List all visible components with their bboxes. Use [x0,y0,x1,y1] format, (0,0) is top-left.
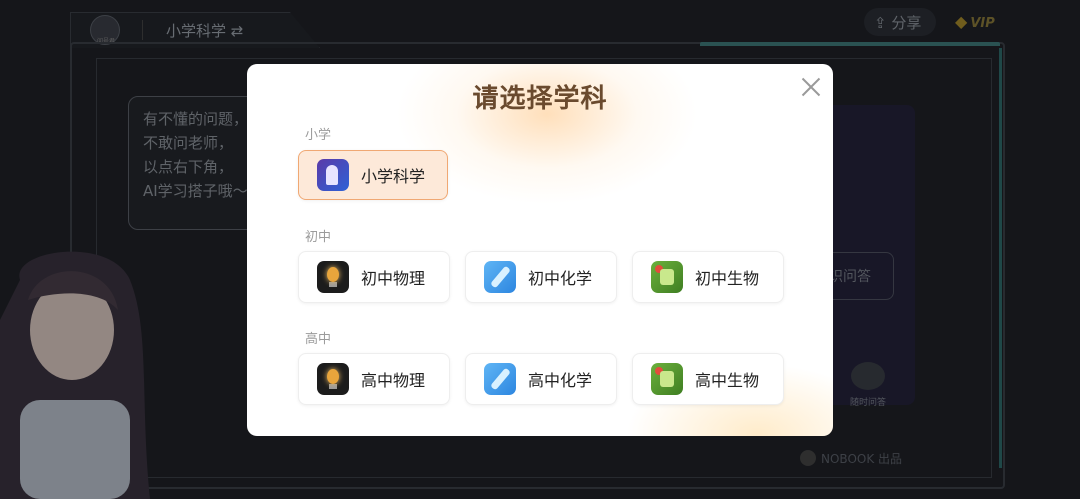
lightbulb-icon [317,261,349,293]
lightbulb-icon [317,363,349,395]
subject-option-middle-chemistry[interactable]: 初中化学 [465,251,617,303]
subject-option-middle-physics[interactable]: 初中物理 [298,251,450,303]
plant-icon [651,261,683,293]
section-label-high: 高中 [305,332,332,347]
subject-label: 初中化学 [528,269,593,288]
subject-label: 初中物理 [361,269,426,288]
subject-label: 小学科学 [361,167,426,186]
subject-option-high-physics[interactable]: 高中物理 [298,353,450,405]
subject-option-primary-science[interactable]: 小学科学 [298,150,448,200]
subject-label: 高中生物 [695,371,760,390]
subject-label: 初中生物 [695,269,760,288]
close-icon[interactable] [795,72,825,102]
subject-option-high-chemistry[interactable]: 高中化学 [465,353,617,405]
dropper-icon [484,261,516,293]
subject-option-high-biology[interactable]: 高中生物 [632,353,784,405]
plant-icon [651,363,683,395]
modal-title: 请选择学科 [472,84,608,114]
subject-label: 高中物理 [361,371,426,390]
dropper-icon [484,363,516,395]
subject-select-modal: 请选择学科 小学 小学科学 初中 初中物理 初中化学 初中生物 高中 高中物理 … [247,64,833,436]
subject-option-middle-biology[interactable]: 初中生物 [632,251,784,303]
section-label-middle: 初中 [305,230,332,245]
subject-label: 高中化学 [528,371,593,390]
science-icon [317,159,349,191]
section-label-primary: 小学 [305,128,332,143]
